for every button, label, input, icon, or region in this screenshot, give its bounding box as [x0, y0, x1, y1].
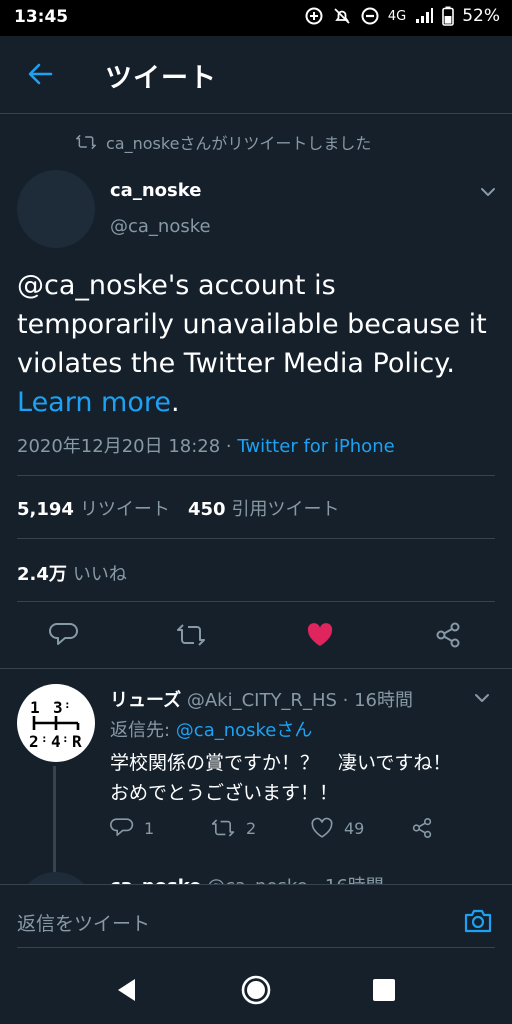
reply-author-name[interactable]: リューズ [110, 690, 181, 711]
notifications-off-icon [332, 6, 352, 26]
reply-reply-button[interactable]: 1 [110, 816, 154, 840]
retweets-label: リツイート [79, 499, 170, 520]
chevron-down-icon[interactable] [472, 688, 492, 708]
heart-icon [311, 817, 333, 838]
network-type: 4G [387, 8, 407, 24]
system-nav-bar [0, 956, 512, 1024]
data-saver-icon [304, 6, 324, 26]
thread-line [53, 766, 56, 876]
avatar-glyph: 1 [30, 698, 40, 717]
input-underline [17, 947, 495, 948]
divider [0, 668, 512, 669]
avatar-glyph: 3 [53, 698, 63, 717]
tweet-text-end: . [170, 387, 180, 418]
retweet-context[interactable]: ca_noskeさんがリツイートしました [76, 130, 371, 154]
divider [17, 601, 495, 602]
reply-input[interactable]: 返信をツイート [17, 909, 150, 936]
reply-icon[interactable] [49, 620, 79, 650]
do-not-disturb-icon [360, 6, 380, 26]
avatar-glyph: : [41, 732, 48, 745]
top-app-bar: ツイート [0, 36, 512, 114]
status-icons: 4G 52% [304, 6, 500, 26]
avatar-glyph: : [64, 698, 71, 711]
reply-share-button[interactable] [410, 816, 434, 840]
retweets-count: 5,194 [17, 499, 74, 520]
reply-like-button[interactable]: 49 [310, 816, 364, 840]
reply-text-line: 学校関係の賞ですか！？ 凄いですね！ [110, 752, 452, 774]
battery-percent: 52% [462, 6, 500, 26]
avatar-glyph: 4 [51, 732, 61, 751]
like-count: 49 [344, 818, 365, 838]
reply-header: リューズ @Aki_CITY_R_HS · 16時間 [110, 686, 413, 712]
reply-to: 返信先: @ca_noskeさん [110, 716, 312, 742]
likes-stat[interactable]: 2.4万 いいね [17, 560, 127, 586]
reply-count: 1 [144, 818, 155, 838]
gear-shift-pattern-icon [32, 716, 80, 730]
avatar-glyph: : [62, 732, 69, 745]
tweet-text-main: @ca_noske's account is temporarily unava… [17, 270, 487, 379]
chevron-down-icon[interactable] [478, 182, 498, 202]
author-name[interactable]: ca_noske [110, 180, 201, 201]
retweet-count: 2 [246, 818, 257, 838]
likes-count: 2.4万 [17, 564, 67, 585]
nav-recents-icon[interactable] [368, 974, 400, 1006]
avatar-glyph: 2 [29, 732, 39, 751]
quotes-count: 450 [187, 499, 226, 520]
status-time: 13:45 [14, 7, 69, 27]
tweet-stats-row: 5,194 リツイート 450 引用ツイート [17, 495, 340, 521]
retweet-icon [211, 819, 235, 837]
quotes-stat[interactable]: 450 引用ツイート [188, 499, 340, 520]
retweets-stat[interactable]: 5,194 リツイート [17, 499, 170, 520]
retweet-icon [76, 134, 96, 150]
back-arrow-icon[interactable] [26, 60, 54, 88]
likes-label: いいね [72, 564, 127, 585]
like-heart-icon[interactable] [305, 620, 335, 650]
page-title: ツイート [105, 63, 217, 94]
reply-text-line: おめでとうございます！！ [110, 782, 339, 804]
retweet-icon[interactable] [176, 620, 206, 650]
tweet-timestamp: 2020年12月20日 18:28 · [17, 436, 238, 457]
tweet-meta: 2020年12月20日 18:28 · Twitter for iPhone [17, 432, 395, 458]
quotes-label: 引用ツイート [231, 499, 340, 520]
camera-icon[interactable] [462, 905, 494, 937]
author-avatar[interactable] [17, 170, 95, 248]
divider [17, 475, 495, 476]
retweet-context-text: ca_noskeさんがリツイートしました [106, 134, 372, 153]
nav-home-icon[interactable] [240, 974, 272, 1006]
nav-back-icon[interactable] [111, 974, 143, 1006]
learn-more-link[interactable]: Learn more [17, 387, 171, 418]
avatar-glyph: R [72, 732, 82, 751]
reply-text: 学校関係の賞ですか！？ 凄いですね！ おめでとうございます！！ [110, 748, 500, 808]
share-icon[interactable] [433, 620, 463, 650]
divider [17, 538, 495, 539]
tweet-text: @ca_noske's account is temporarily unava… [17, 266, 497, 422]
status-bar: 13:45 4G 52% [0, 0, 512, 36]
reply-to-handle[interactable]: @ca_noskeさん [176, 720, 313, 741]
battery-icon [442, 6, 455, 26]
reply-meta: @Aki_CITY_R_HS · 16時間 [181, 690, 413, 711]
reply-compose-bar: 返信をツイート [0, 884, 512, 956]
reply-icon [110, 818, 134, 836]
tweet-source-link[interactable]: Twitter for iPhone [237, 436, 394, 457]
author-handle[interactable]: @ca_noske [110, 216, 211, 237]
share-icon [412, 818, 432, 838]
reply-retweet-button[interactable]: 2 [210, 816, 256, 840]
reply-to-label: 返信先: [110, 720, 176, 741]
reply-avatar[interactable]: 1 3 : 2 : 4 : R [17, 684, 95, 762]
signal-icon [414, 7, 434, 25]
